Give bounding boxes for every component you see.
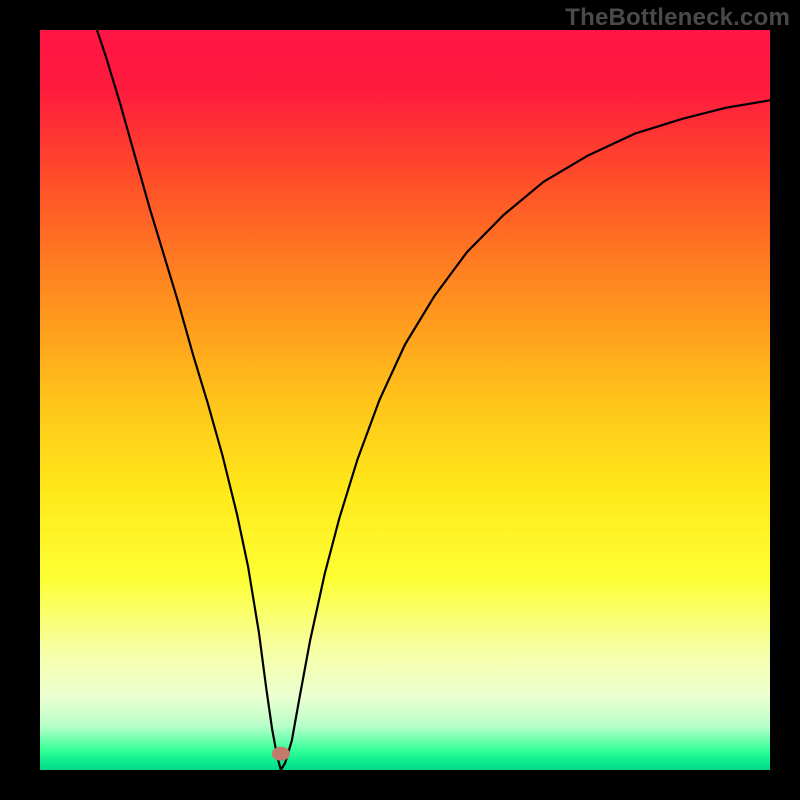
chart-svg [40,30,770,770]
gradient-background [40,30,770,770]
chart-frame: TheBottleneck.com [0,0,800,800]
watermark-text: TheBottleneck.com [565,4,790,32]
plot-area [40,30,770,770]
minimum-marker [272,747,290,761]
